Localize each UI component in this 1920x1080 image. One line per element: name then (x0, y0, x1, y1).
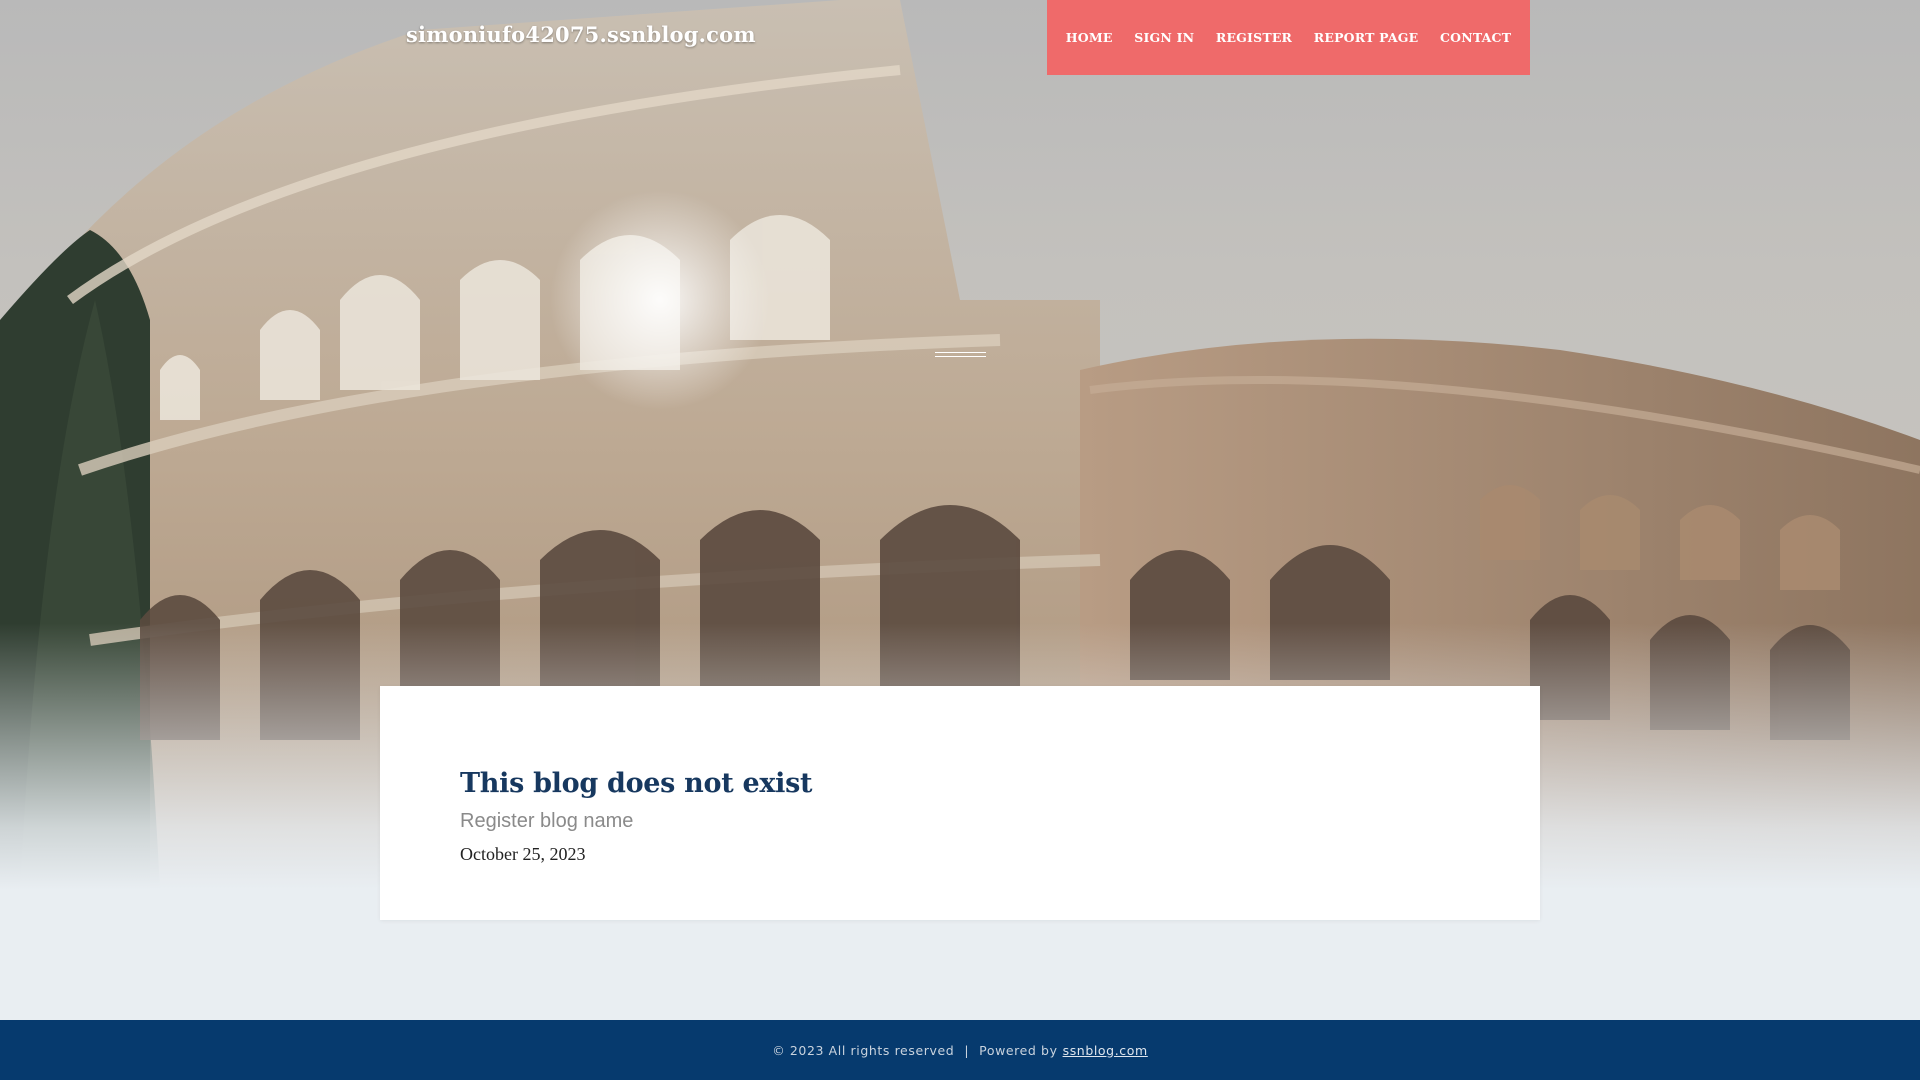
main-nav: HOME SIGN IN REGISTER REPORT PAGE CONTAC… (1047, 0, 1530, 75)
content-card: This blog does not exist Register blog n… (380, 686, 1540, 920)
footer-powered-by: Powered by (979, 1042, 1058, 1058)
register-blog-name-link[interactable]: Register blog name (460, 810, 633, 833)
nav-home[interactable]: HOME (1066, 30, 1113, 45)
nav-sign-in[interactable]: SIGN IN (1134, 30, 1194, 45)
nav-report-page[interactable]: REPORT PAGE (1314, 30, 1419, 45)
nav-register[interactable]: REGISTER (1216, 30, 1292, 45)
site-title[interactable]: simoniufo42075.ssnblog.com (406, 22, 756, 47)
page-title: This blog does not exist (460, 768, 813, 799)
post-date: October 25, 2023 (460, 844, 586, 864)
hero-divider (935, 352, 986, 357)
footer-powered-link[interactable]: ssnblog.com (1063, 1043, 1148, 1058)
footer-copyright: © 2023 All rights reserved (772, 1042, 955, 1058)
footer: © 2023 All rights reserved | Powered by … (0, 1020, 1920, 1080)
footer-separator: | (964, 1042, 970, 1058)
nav-contact[interactable]: CONTACT (1440, 30, 1511, 45)
